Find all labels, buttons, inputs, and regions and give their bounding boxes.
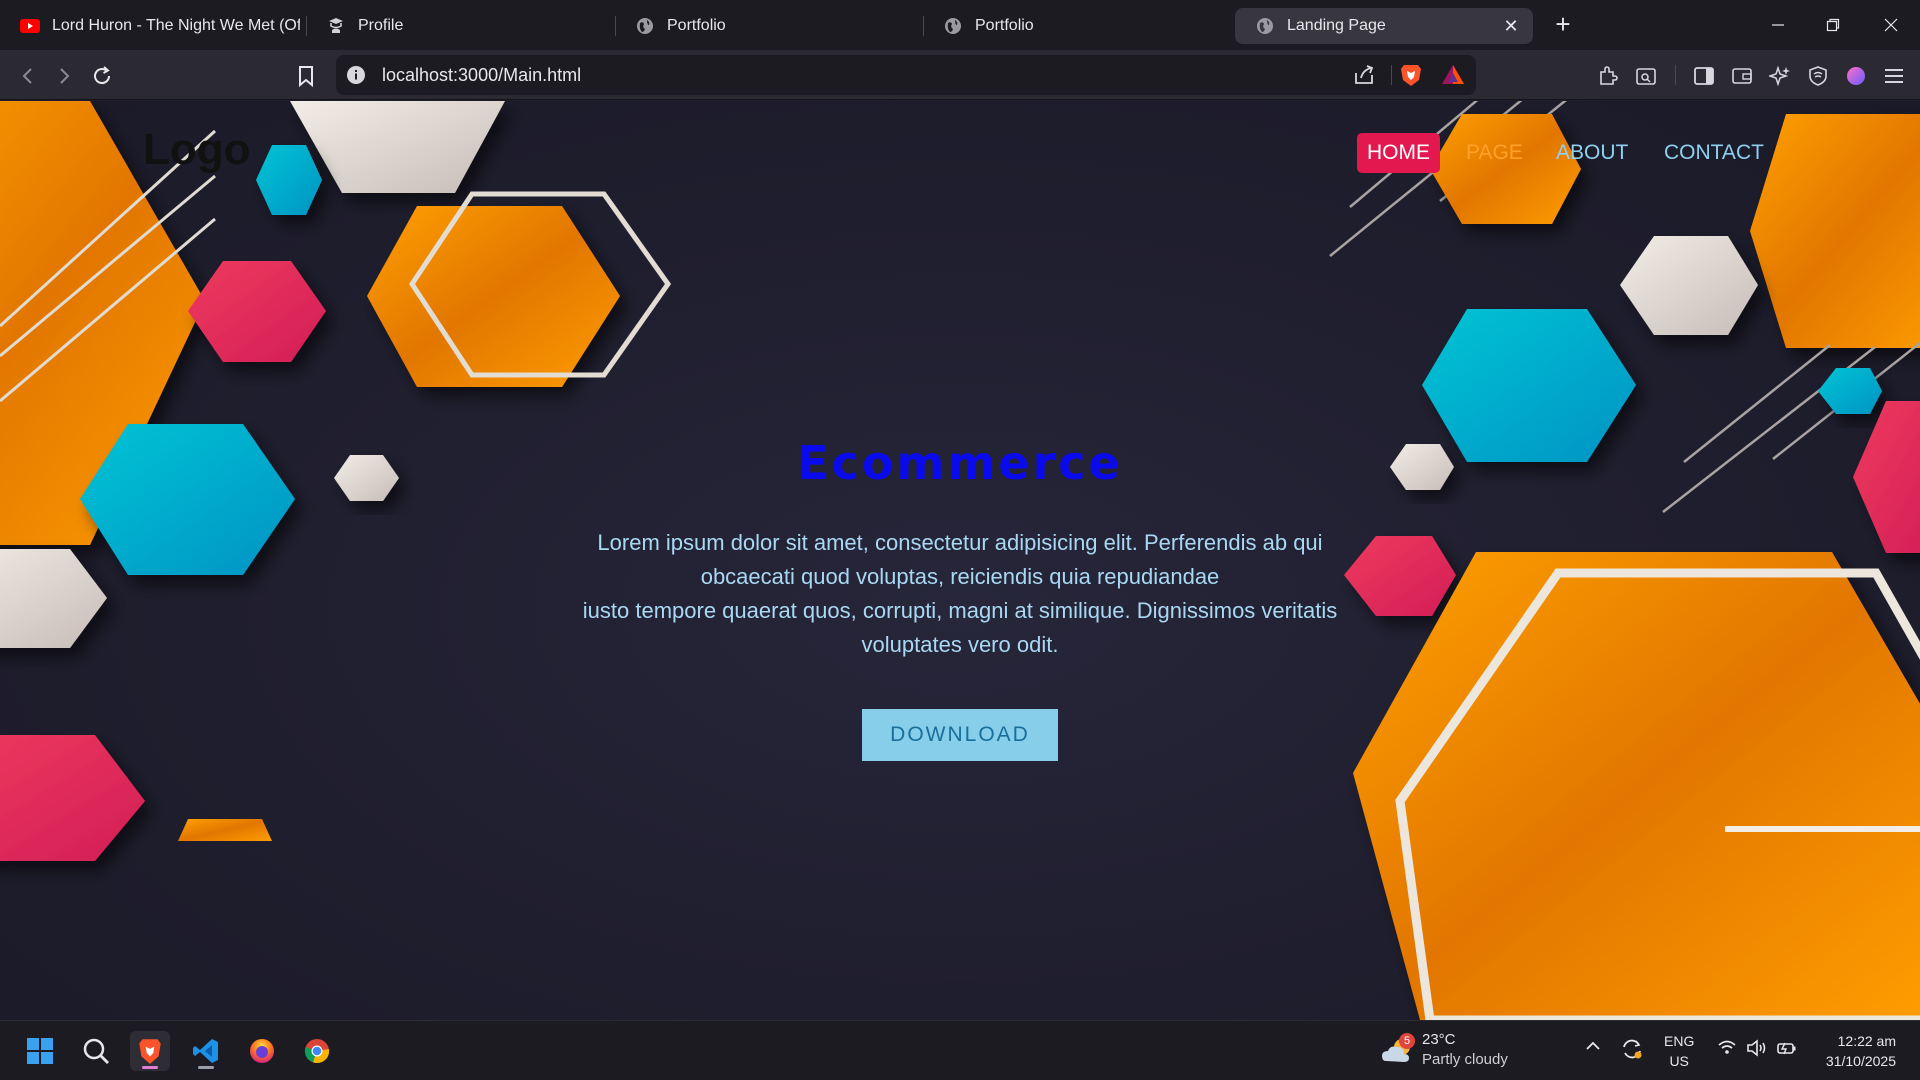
sync-icon[interactable] bbox=[1620, 1037, 1644, 1066]
site-info-icon[interactable] bbox=[346, 65, 366, 85]
url-text[interactable]: localhost:3000/Main.html bbox=[382, 65, 581, 86]
hexagon-shape bbox=[256, 145, 322, 215]
tab-title: Profile bbox=[358, 17, 404, 34]
windows-taskbar: 5 23°C Partly cloudy ENG US 12:22 am 31/… bbox=[0, 1020, 1920, 1080]
restore-button[interactable] bbox=[1813, 10, 1853, 40]
close-window-button[interactable] bbox=[1871, 10, 1911, 40]
tab-bar: Lord Huron - The Night We Met (Offi Prof… bbox=[0, 0, 1920, 50]
clock-date: 31/10/2025 bbox=[1825, 1053, 1896, 1069]
tab-title: Lord Huron - The Night We Met (Offi bbox=[52, 17, 300, 34]
brave-shields-icon[interactable] bbox=[1398, 62, 1424, 88]
hexagon-shape bbox=[1750, 114, 1920, 348]
tab-title: Portfolio bbox=[975, 17, 1034, 34]
region-code: US bbox=[1669, 1053, 1689, 1069]
nav-about-link[interactable]: ABOUT bbox=[1546, 133, 1638, 173]
site-logo[interactable]: Logo bbox=[143, 125, 251, 175]
brave-taskbar-icon[interactable] bbox=[130, 1031, 170, 1071]
youtube-icon bbox=[20, 16, 40, 36]
share-icon[interactable] bbox=[1352, 63, 1376, 87]
hexagon-shape bbox=[1353, 552, 1920, 1020]
bookmark-icon[interactable] bbox=[292, 62, 320, 90]
globe-icon bbox=[1255, 16, 1275, 36]
forward-button[interactable] bbox=[50, 62, 78, 90]
tab-title: Landing Page bbox=[1287, 17, 1386, 34]
back-button[interactable] bbox=[14, 62, 42, 90]
sidebar-toggle-icon[interactable] bbox=[1690, 62, 1718, 90]
hero-text-line: Lorem ipsum dolor sit amet, consectetur … bbox=[597, 530, 1323, 589]
nav-page-link[interactable]: PAGE bbox=[1456, 133, 1533, 173]
language-code: ENG bbox=[1664, 1033, 1695, 1049]
reload-button[interactable] bbox=[88, 62, 116, 90]
system-clock[interactable]: 12:22 am 31/10/2025 bbox=[1810, 1031, 1896, 1071]
vpn-icon[interactable] bbox=[1804, 62, 1832, 90]
hexagon-shape bbox=[367, 206, 620, 387]
wallet-icon[interactable] bbox=[1728, 62, 1756, 90]
running-indicator bbox=[142, 1066, 158, 1069]
landing-page: Logo HOME PAGE ABOUT CONTACT Ecommerce L… bbox=[0, 101, 1920, 1020]
start-button[interactable] bbox=[20, 1031, 60, 1071]
browser-toolbar: localhost:3000/Main.html bbox=[0, 50, 1920, 100]
brave-rewards-icon[interactable] bbox=[1440, 63, 1466, 87]
leo-search-icon[interactable] bbox=[1632, 62, 1660, 90]
nav-home-link[interactable]: HOME bbox=[1357, 133, 1440, 173]
hexagon-shape bbox=[188, 261, 326, 362]
vscode-icon[interactable] bbox=[186, 1031, 226, 1071]
chrome-icon[interactable] bbox=[297, 1031, 337, 1071]
hexagon-shape bbox=[178, 819, 272, 841]
wifi-icon[interactable] bbox=[1717, 1039, 1737, 1060]
language-indicator[interactable]: ENG US bbox=[1664, 1031, 1694, 1071]
tab-landing-page[interactable]: Landing Page ✕ bbox=[1235, 8, 1533, 44]
tab-title: Portfolio bbox=[667, 17, 726, 34]
profile-avatar-icon[interactable] bbox=[1842, 62, 1870, 90]
weather-widget[interactable]: 5 23°C Partly cloudy bbox=[1380, 1029, 1520, 1073]
leo-ai-icon[interactable] bbox=[1766, 62, 1794, 90]
extensions-icon[interactable] bbox=[1594, 62, 1622, 90]
hexagon-shape bbox=[0, 735, 145, 861]
tab-portfolio-1[interactable]: Portfolio bbox=[615, 8, 915, 44]
hexagon-shape bbox=[1620, 236, 1758, 335]
address-bar[interactable]: localhost:3000/Main.html bbox=[336, 55, 1476, 95]
profile-icon bbox=[326, 16, 346, 36]
running-indicator bbox=[198, 1066, 214, 1069]
hexagon-shape bbox=[0, 549, 107, 648]
globe-icon bbox=[635, 16, 655, 36]
battery-icon[interactable] bbox=[1776, 1039, 1798, 1062]
divider bbox=[1391, 65, 1392, 85]
weather-alert-badge: 5 bbox=[1399, 1033, 1415, 1049]
clock-time: 12:22 am bbox=[1837, 1033, 1896, 1049]
nav-contact-link[interactable]: CONTACT bbox=[1654, 133, 1774, 173]
hero-title: Ecommerce bbox=[797, 436, 1123, 490]
firefox-icon[interactable] bbox=[242, 1031, 282, 1071]
download-button[interactable]: DOWNLOAD bbox=[862, 709, 1058, 761]
tab-youtube[interactable]: Lord Huron - The Night We Met (Offi bbox=[0, 8, 300, 44]
weather-description: Partly cloudy bbox=[1422, 1051, 1508, 1068]
globe-icon bbox=[943, 16, 963, 36]
hero-text-line: iusto tempore quaerat quos, corrupti, ma… bbox=[582, 598, 1338, 657]
menu-icon[interactable] bbox=[1880, 62, 1908, 90]
weather-temperature: 23°C bbox=[1422, 1031, 1456, 1048]
volume-icon[interactable] bbox=[1746, 1039, 1768, 1062]
toolbar-divider bbox=[1675, 65, 1676, 85]
tab-portfolio-2[interactable]: Portfolio bbox=[923, 8, 1223, 44]
minimize-button[interactable] bbox=[1758, 10, 1798, 40]
hexagon-shape bbox=[1818, 368, 1882, 414]
hero-description: Lorem ipsum dolor sit amet, consectetur … bbox=[560, 526, 1360, 662]
hexagon-shape bbox=[290, 101, 505, 193]
tab-profile[interactable]: Profile bbox=[306, 8, 606, 44]
new-tab-button[interactable]: + bbox=[1551, 10, 1575, 40]
chevron-up-icon[interactable] bbox=[1585, 1039, 1601, 1058]
hexagon-shape bbox=[1344, 536, 1456, 616]
search-icon[interactable] bbox=[76, 1031, 116, 1071]
close-tab-icon[interactable]: ✕ bbox=[1501, 16, 1521, 36]
